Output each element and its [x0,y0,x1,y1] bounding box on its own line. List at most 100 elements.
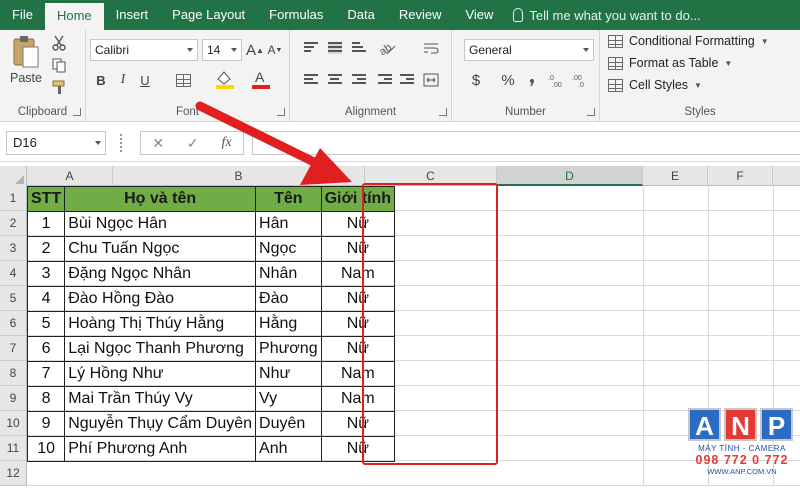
align-bottom-icon[interactable] [352,42,366,54]
cell-gender[interactable]: Nữ [320,286,396,312]
cell-full-name[interactable]: Lý Hồng Như [64,361,257,387]
tab-home[interactable]: Home [44,3,104,30]
cell-given-name[interactable]: Duyên [255,411,322,437]
number-launcher-icon[interactable] [587,108,595,116]
font-color-button[interactable]: A [246,68,276,90]
cell-gender[interactable]: Nữ [320,311,396,337]
increase-indent-icon[interactable] [400,74,414,86]
align-left-icon[interactable] [304,74,318,86]
row-header[interactable]: 1 [0,186,27,211]
orientation-icon[interactable]: ab [374,38,400,58]
cell-gender[interactable]: Nam [320,261,396,287]
cell-gender[interactable]: Nữ [320,436,396,462]
cell-gender[interactable]: Nam [320,361,396,387]
row-header[interactable]: 10 [0,411,27,436]
column-header-e[interactable]: E [643,166,708,186]
row-header[interactable]: 11 [0,436,27,461]
tab-file[interactable]: File [0,0,45,30]
number-format-dropdown[interactable]: General [464,39,594,61]
tab-view[interactable]: View [453,0,505,30]
italic-button[interactable]: I [114,70,132,90]
cell-full-name[interactable]: Chu Tuấn Ngọc [64,236,257,262]
increase-decimal-icon[interactable]: .0.00 [546,70,568,90]
copy-icon[interactable] [50,56,68,74]
merge-center-icon[interactable] [420,70,442,90]
row-header[interactable]: 8 [0,361,27,386]
cell-stt[interactable]: 7 [26,361,66,387]
column-header-d[interactable]: D [497,166,643,186]
tab-data[interactable]: Data [335,0,386,30]
cell-stt[interactable]: 4 [26,286,66,312]
cell-stt[interactable]: 6 [26,336,66,362]
cell-given-name[interactable]: Hân [255,211,322,237]
underline-button[interactable]: U [136,70,154,90]
paste-button[interactable]: Paste [8,70,44,86]
cell-full-name[interactable]: Nguyễn Thụy Cẩm Duyên [64,411,257,437]
cell-full-name[interactable]: Lại Ngọc Thanh Phương [64,336,257,362]
cell-full-name[interactable]: Mai Trần Thúy Vy [64,386,257,412]
conditional-formatting-button[interactable]: Conditional Formatting ▼ [608,34,769,48]
row-header[interactable]: 6 [0,311,27,336]
align-middle-icon[interactable] [328,42,342,54]
name-box[interactable]: D16 [6,131,106,155]
font-launcher-icon[interactable] [277,108,285,116]
align-top-icon[interactable] [304,42,318,54]
row-header[interactable]: 2 [0,211,27,236]
cut-icon[interactable] [50,34,68,52]
cell-given-name[interactable]: Như [255,361,322,387]
cell-given-name[interactable]: Đào [255,286,322,312]
cell-styles-button[interactable]: Cell Styles ▼ [608,78,702,92]
cell-stt[interactable]: 2 [26,236,66,262]
cell-stt[interactable]: 3 [26,261,66,287]
cell-stt[interactable]: 9 [26,411,66,437]
tab-formulas[interactable]: Formulas [257,0,335,30]
cell-given-name[interactable]: Ngọc [255,236,322,262]
cell-given-name[interactable]: Phương [255,336,322,362]
cell-stt[interactable]: 8 [26,386,66,412]
percent-button[interactable]: % [498,70,518,90]
currency-button[interactable]: $ [466,70,486,90]
shrink-font-button[interactable]: A ▼ [266,40,284,60]
cell-gender[interactable]: Nữ [320,211,396,237]
column-header-f[interactable]: F [708,166,773,186]
font-name-dropdown[interactable]: Calibri [90,39,198,61]
align-right-icon[interactable] [352,74,366,86]
formula-input[interactable] [252,131,800,155]
cell-full-name[interactable]: Bùi Ngọc Hân [64,211,257,237]
cell-full-name[interactable]: Hoàng Thị Thúy Hằng [64,311,257,337]
header-stt[interactable]: STT [26,186,66,212]
cell-given-name[interactable]: Hằng [255,311,322,337]
cell-gender[interactable]: Nữ [320,236,396,262]
insert-function-icon[interactable]: fx [221,135,231,151]
comma-style-icon[interactable] [524,70,540,90]
row-header[interactable]: 9 [0,386,27,411]
formula-bar-splitter[interactable] [120,134,124,152]
column-header-a[interactable]: A [27,166,113,186]
header-full-name[interactable]: Họ và tên [64,186,257,212]
cell-stt[interactable]: 1 [26,211,66,237]
column-header-g[interactable] [773,166,800,186]
cell-given-name[interactable]: Vy [255,386,322,412]
row-header[interactable]: 3 [0,236,27,261]
format-painter-icon[interactable] [50,78,68,96]
bold-button[interactable]: B [92,70,110,90]
cell-gender[interactable]: Nam [320,386,396,412]
row-header[interactable]: 12 [0,461,27,486]
cell-given-name[interactable]: Nhân [255,261,322,287]
decrease-indent-icon[interactable] [378,74,392,86]
clipboard-launcher-icon[interactable] [73,108,81,116]
alignment-launcher-icon[interactable] [439,108,447,116]
cell-gender[interactable]: Nữ [320,411,396,437]
tab-page-layout[interactable]: Page Layout [160,0,257,30]
tab-insert[interactable]: Insert [104,0,161,30]
align-center-icon[interactable] [328,74,342,86]
paste-icon[interactable] [8,34,44,70]
decrease-decimal-icon[interactable]: .00.0 [570,70,592,90]
header-given-name[interactable]: Tên [255,186,322,212]
cell-full-name[interactable]: Phí Phương Anh [64,436,257,462]
column-header-c[interactable]: C [365,166,497,186]
column-header-b[interactable]: B [113,166,365,186]
select-all-button[interactable] [0,166,27,186]
cancel-icon[interactable]: ✕ [152,135,164,152]
row-header[interactable]: 4 [0,261,27,286]
